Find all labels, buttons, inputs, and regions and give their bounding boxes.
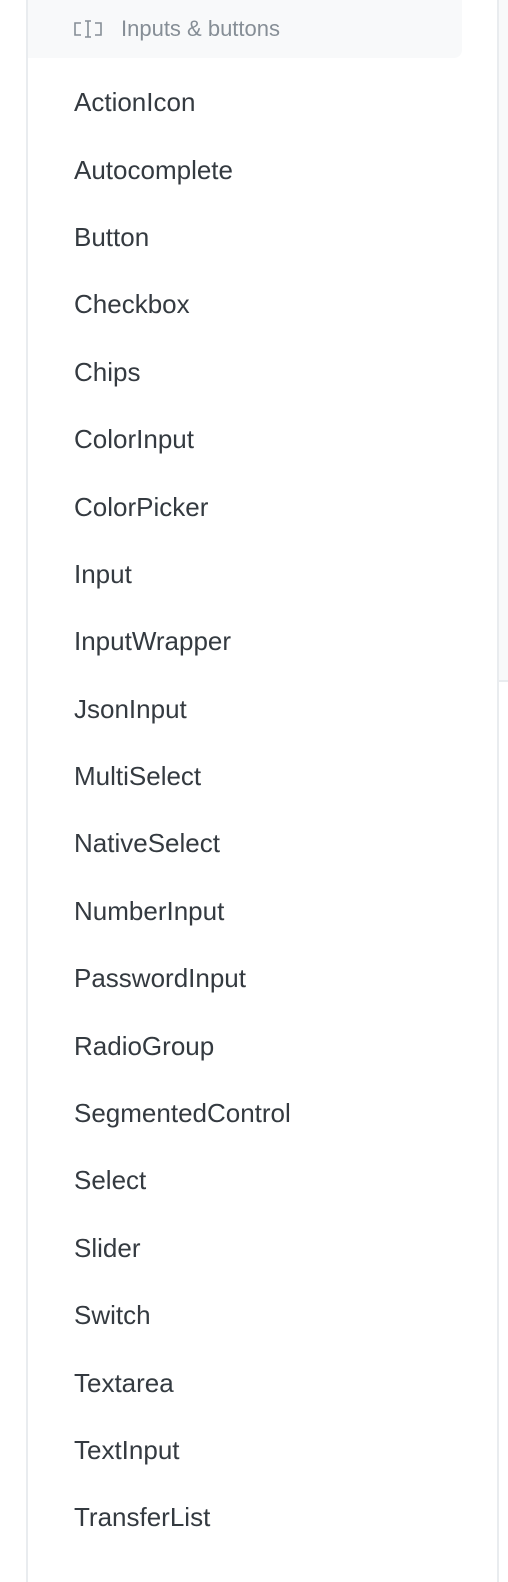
nav-item-input[interactable]: Input — [28, 541, 496, 608]
nav-item-textinput[interactable]: TextInput — [28, 1417, 496, 1484]
nav-item-actionicon[interactable]: ActionIcon — [28, 69, 496, 136]
nav-item-numberinput[interactable]: NumberInput — [28, 878, 496, 945]
nav-item-transferlist[interactable]: TransferList — [28, 1484, 496, 1551]
nav-item-textarea[interactable]: Textarea — [28, 1349, 496, 1416]
nav-item-inputwrapper[interactable]: InputWrapper — [28, 608, 496, 675]
section-header-inputs-buttons[interactable]: Inputs & buttons — [28, 0, 462, 58]
nav-item-slider[interactable]: Slider — [28, 1215, 496, 1282]
nav-item-colorinput[interactable]: ColorInput — [28, 406, 496, 473]
nav-item-radiogroup[interactable]: RadioGroup — [28, 1012, 496, 1079]
nav-item-checkbox[interactable]: Checkbox — [28, 271, 496, 338]
nav-item-segmentedcontrol[interactable]: SegmentedControl — [28, 1080, 496, 1147]
nav-item-jsoninput[interactable]: JsonInput — [28, 676, 496, 743]
nav-item-autocomplete[interactable]: Autocomplete — [28, 136, 496, 203]
nav-item-passwordinput[interactable]: PasswordInput — [28, 945, 496, 1012]
nav-item-switch[interactable]: Switch — [28, 1282, 496, 1349]
component-nav-list: ActionIcon Autocomplete Button Checkbox Chip… — [28, 69, 496, 1552]
section-label: Inputs & buttons — [121, 16, 280, 41]
input-cursor-icon — [73, 18, 103, 40]
nav-item-nativeselect[interactable]: NativeSelect — [28, 810, 496, 877]
nav-item-colorpicker[interactable]: ColorPicker — [28, 473, 496, 540]
nav-item-select[interactable]: Select — [28, 1147, 496, 1214]
content-pane — [499, 0, 508, 682]
nav-item-button[interactable]: Button — [28, 204, 496, 271]
nav-item-chips[interactable]: Chips — [28, 339, 496, 406]
nav-item-multiselect[interactable]: MultiSelect — [28, 743, 496, 810]
